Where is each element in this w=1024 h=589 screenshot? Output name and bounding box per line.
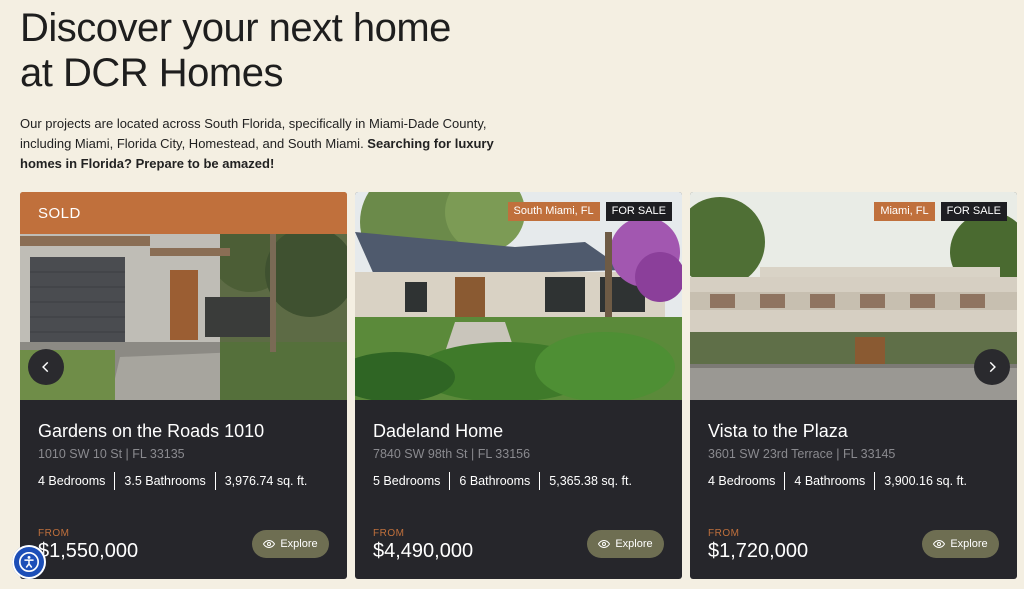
- explore-button[interactable]: Explore: [922, 530, 999, 558]
- property-price: $1,550,000: [38, 540, 139, 562]
- square-footage: 5,365.38 sq. ft.: [549, 474, 632, 488]
- eye-icon: [598, 539, 611, 549]
- accessibility-icon: [19, 552, 39, 572]
- page-title-line2: at DCR Homes: [20, 51, 283, 95]
- accessibility-button[interactable]: [12, 545, 46, 579]
- property-name[interactable]: Dadeland Home: [373, 420, 664, 442]
- property-specs: 4 Bedrooms 3.5 Bathrooms 3,976.74 sq. ft…: [38, 472, 329, 490]
- location-badge: Miami, FL: [874, 202, 935, 221]
- chevron-right-icon: [989, 361, 996, 373]
- spec-divider: [539, 472, 541, 490]
- property-info: Vista to the Plaza 3601 SW 23rd Terrace …: [708, 420, 999, 490]
- bedrooms-count: 4 Bedrooms: [708, 474, 776, 488]
- bathrooms-count: 4 Bathrooms: [794, 474, 866, 488]
- spec-divider: [784, 472, 786, 490]
- sold-banner: SOLD: [20, 192, 347, 234]
- square-footage: 3,900.16 sq. ft.: [884, 474, 967, 488]
- property-price: $4,490,000: [373, 540, 474, 562]
- eye-icon: [263, 539, 276, 549]
- property-info: Dadeland Home 7840 SW 98th St | FL 33156…: [373, 420, 664, 490]
- property-photo: South Miami, FL FOR SALE: [355, 192, 682, 400]
- page-title: Discover your next home at DCR Homes: [20, 6, 540, 96]
- carousel-prev-button[interactable]: [28, 349, 64, 385]
- page-title-line1: Discover your next home: [20, 6, 451, 50]
- property-specs: 4 Bedrooms 4 Bathrooms 3,900.16 sq. ft.: [708, 472, 999, 490]
- property-card-dadeland[interactable]: South Miami, FL FOR SALE Dadeland Home 7…: [355, 192, 682, 579]
- bathrooms-count: 3.5 Bathrooms: [124, 474, 206, 488]
- spec-divider: [449, 472, 451, 490]
- property-badges: Miami, FL FOR SALE: [874, 202, 1007, 221]
- explore-button-label: Explore: [280, 538, 318, 550]
- property-name[interactable]: Vista to the Plaza: [708, 420, 999, 442]
- price-from-label: FROM: [38, 528, 70, 539]
- explore-button-label: Explore: [615, 538, 653, 550]
- property-address: 3601 SW 23rd Terrace | FL 33145: [708, 447, 896, 461]
- bedrooms-count: 5 Bedrooms: [373, 474, 441, 488]
- hero-section: Discover your next home at DCR Homes Our…: [20, 6, 540, 174]
- location-badge: South Miami, FL: [507, 202, 600, 221]
- spec-divider: [114, 472, 116, 490]
- bathrooms-count: 6 Bathrooms: [459, 474, 531, 488]
- property-card-gardens[interactable]: SOLD Gardens on the Roads 1010 1010 SW 1…: [20, 192, 347, 579]
- property-specs: 5 Bedrooms 6 Bathrooms 5,365.38 sq. ft.: [373, 472, 664, 490]
- property-name[interactable]: Gardens on the Roads 1010: [38, 420, 329, 442]
- eye-icon: [933, 539, 946, 549]
- property-price: $1,720,000: [708, 540, 809, 562]
- property-address: 7840 SW 98th St | FL 33156: [373, 447, 531, 461]
- property-photo: Miami, FL FOR SALE: [690, 192, 1017, 400]
- property-card-vista[interactable]: Miami, FL FOR SALE Vista to the Plaza 36…: [690, 192, 1017, 579]
- square-footage: 3,976.74 sq. ft.: [224, 474, 308, 488]
- property-address: 1010 SW 10 St | FL 33135: [38, 447, 185, 461]
- property-info: Gardens on the Roads 1010 1010 SW 10 St …: [38, 420, 329, 490]
- chevron-left-icon: [42, 361, 49, 373]
- property-photo: SOLD: [20, 192, 347, 400]
- explore-button[interactable]: Explore: [587, 530, 664, 558]
- explore-button-label: Explore: [950, 538, 988, 550]
- for-sale-badge: FOR SALE: [605, 202, 672, 221]
- for-sale-badge: FOR SALE: [940, 202, 1007, 221]
- spec-divider: [214, 472, 216, 490]
- price-from-label: FROM: [708, 528, 740, 539]
- price-from-label: FROM: [373, 528, 405, 539]
- bedrooms-count: 4 Bedrooms: [38, 474, 106, 488]
- spec-divider: [874, 472, 876, 490]
- explore-button[interactable]: Explore: [252, 530, 329, 558]
- property-badges: South Miami, FL FOR SALE: [507, 202, 672, 221]
- carousel-next-button[interactable]: [974, 349, 1010, 385]
- hero-description: Our projects are located across South Fl…: [20, 114, 500, 174]
